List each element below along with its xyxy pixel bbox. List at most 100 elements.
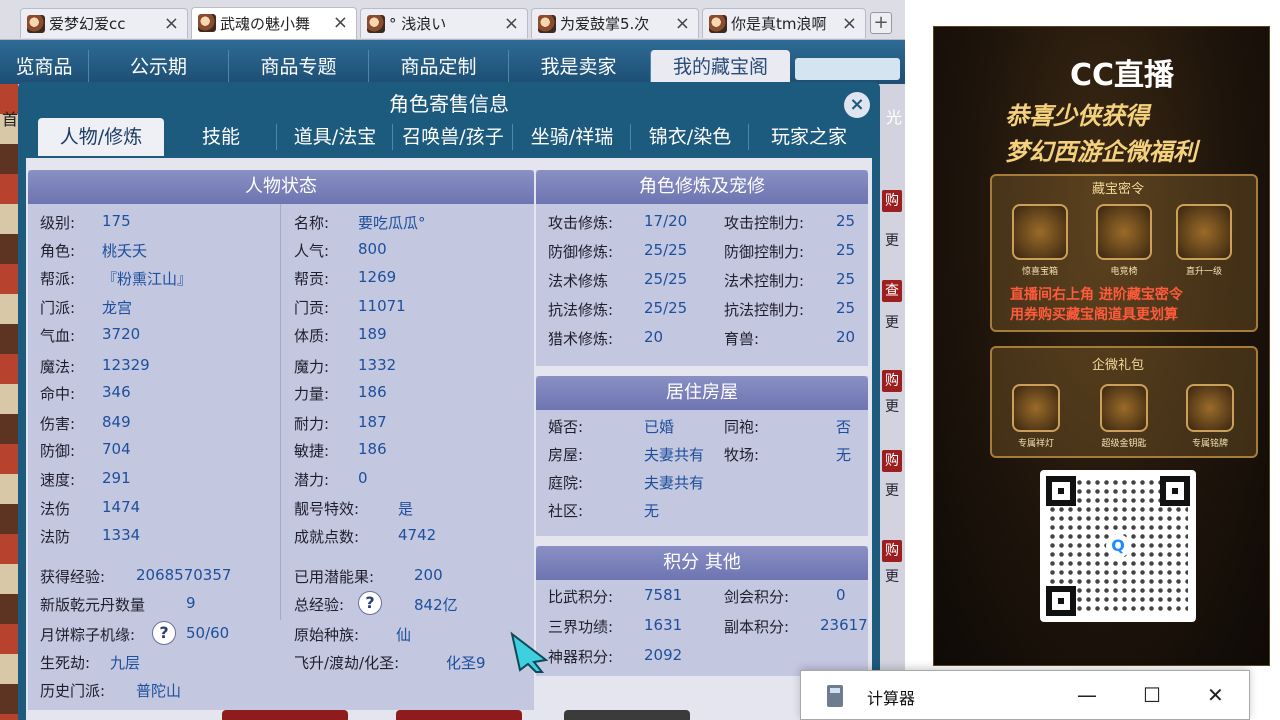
history-label: 历史门派: — [40, 682, 106, 700]
row-value: 25/25 — [644, 241, 688, 259]
ad-box-title: 藏宝密令 — [1092, 182, 1145, 197]
avatar-favicon-icon — [27, 15, 45, 33]
background-tag[interactable]: 更 — [882, 566, 902, 588]
row-label: 社区: — [548, 502, 584, 520]
new-tab-button[interactable]: + — [870, 12, 892, 34]
stat-value: 189 — [358, 325, 387, 343]
modal-body: 人物状态 级别: 175 角色: 桃夭夭 帮派: 『粉熏江山』 门派: 龙宫 气血: 3720 魔法… — [26, 158, 872, 720]
modal-title: 角色寄售信息 — [389, 92, 509, 116]
browser-tab-1[interactable]: 爱梦幻爱cc × — [20, 8, 188, 38]
stat-value: 1332 — [358, 356, 397, 374]
background-tag[interactable]: 更 — [882, 396, 902, 418]
ad-box-title: 企微礼包 — [1092, 358, 1145, 373]
pill-value: 9 — [186, 594, 196, 612]
row-value: 2092 — [644, 646, 683, 664]
mooncake-value: 50/60 — [186, 624, 230, 642]
calculator-window[interactable]: 计算器 — ☐ ✕ — [800, 670, 1250, 720]
nav-search-input[interactable] — [795, 58, 900, 80]
tab-mounts[interactable]: 坐骑/祥瑞 — [514, 118, 630, 156]
help-icon[interactable]: ? — [152, 621, 176, 645]
action-button[interactable] — [564, 710, 690, 720]
avatar-favicon-icon — [538, 15, 556, 33]
qr-finder — [1046, 586, 1076, 616]
row-label: 防御控制力: — [724, 243, 805, 261]
stat-value: 龙宫 — [102, 299, 133, 317]
tab-items[interactable]: 道具/法宝 — [278, 118, 392, 156]
browser-tab-5[interactable]: 你是真tm浪啊 × — [702, 8, 866, 38]
tab-close-icon[interactable]: × — [504, 13, 519, 34]
role-consignment-modal: 角色寄售信息 × 人物/修炼 技能 道具/法宝 召唤兽/孩子 坐骑/祥瑞 锦衣/… — [18, 82, 880, 720]
nav-topics[interactable]: 商品专题 — [228, 50, 368, 84]
avatar-favicon-icon — [198, 14, 216, 32]
stat-label: 敏捷: — [294, 442, 330, 460]
help-icon[interactable]: ? — [358, 591, 382, 615]
row-value: 1631 — [644, 616, 683, 634]
tab-character[interactable]: 人物/修炼 — [38, 118, 164, 156]
browser-tab-4[interactable]: 为爱鼓掌5.次 × — [531, 8, 699, 38]
background-tag[interactable]: 更 — [882, 230, 902, 252]
tab-home[interactable]: 玩家之家 — [750, 118, 868, 156]
stat-label: 耐力: — [294, 415, 330, 433]
browser-tab-3[interactable]: ° 浅浪い × — [360, 8, 528, 38]
stat-value: 是 — [398, 500, 414, 518]
nav-browse[interactable]: 览商品 — [0, 50, 88, 84]
row-value: 20 — [644, 328, 664, 346]
nav-public[interactable]: 公示期 — [88, 50, 228, 84]
tab-pets[interactable]: 召唤兽/孩子 — [394, 118, 512, 156]
background-tag[interactable]: 查 — [882, 280, 902, 302]
stat-label: 门派: — [40, 299, 76, 317]
nav-seller[interactable]: 我是卖家 — [508, 50, 648, 84]
background-tag[interactable]: 购 — [882, 450, 902, 472]
tab-close-icon[interactable]: × — [675, 13, 690, 34]
row-label: 牧场: — [724, 446, 760, 464]
stat-value: 1334 — [102, 526, 141, 544]
tab-close-icon[interactable]: × — [333, 12, 348, 33]
stat-value: 187 — [358, 413, 387, 431]
stat-label: 级别: — [40, 214, 76, 232]
stat-label: 魔法: — [40, 358, 76, 376]
qr-finder — [1046, 476, 1076, 506]
ad-promo-text: 直播间右上角 进阶藏宝密令 — [1010, 287, 1183, 303]
action-button[interactable] — [396, 710, 522, 720]
background-tag[interactable]: 购 — [882, 370, 902, 392]
cc-logo: CC直播 — [1070, 58, 1175, 93]
maximize-button[interactable]: ☐ — [1143, 683, 1161, 707]
race-label: 原始种族: — [294, 626, 360, 644]
stat-label: 角色: — [40, 242, 76, 260]
stat-value: 12329 — [102, 356, 150, 374]
tab-skills[interactable]: 技能 — [166, 118, 276, 156]
stat-value: 1269 — [358, 268, 397, 286]
qr-code[interactable]: Q — [1040, 470, 1196, 622]
minimize-button[interactable]: — — [1077, 683, 1097, 707]
stat-value: 186 — [358, 383, 387, 401]
browser-tab-2[interactable]: 武魂の魅小舞 × — [191, 7, 357, 39]
nav-my-treasure[interactable]: 我的藏宝阁 — [650, 50, 790, 84]
action-button[interactable] — [222, 710, 348, 720]
tab-outfits[interactable]: 锦衣/染色 — [632, 118, 748, 156]
close-icon[interactable]: × — [844, 92, 870, 118]
lifedeath-value: 九层 — [110, 654, 141, 672]
row-value: 无 — [836, 446, 852, 464]
row-label: 房屋: — [548, 446, 584, 464]
qr-logo-icon: Q — [1106, 534, 1130, 558]
tab-close-icon[interactable]: × — [842, 13, 857, 34]
stat-value: 4742 — [398, 526, 437, 544]
close-button[interactable]: ✕ — [1207, 683, 1224, 707]
tab-divider — [276, 124, 277, 150]
qr-finder — [1160, 476, 1190, 506]
nav-custom[interactable]: 商品定制 — [368, 50, 508, 84]
tab-close-icon[interactable]: × — [164, 13, 179, 34]
background-tag[interactable]: 购 — [882, 540, 902, 562]
background-hint: 首 — [2, 110, 19, 129]
background-tag[interactable]: 购 — [882, 190, 902, 212]
ad-item-label: 超级金钥匙 — [1101, 439, 1147, 449]
stat-label: 命中: — [40, 385, 76, 403]
stat-value: 3720 — [102, 325, 141, 343]
game-cursor-icon — [510, 631, 549, 673]
background-tag[interactable]: 更 — [882, 480, 902, 502]
row-value: 25 — [836, 241, 856, 259]
background-tag[interactable]: 更 — [882, 312, 902, 334]
panel-title: 人物状态 — [28, 170, 534, 204]
pill-label: 新版乾元丹数量 — [40, 596, 146, 614]
ad-item-label: 电竞椅 — [1110, 267, 1138, 277]
